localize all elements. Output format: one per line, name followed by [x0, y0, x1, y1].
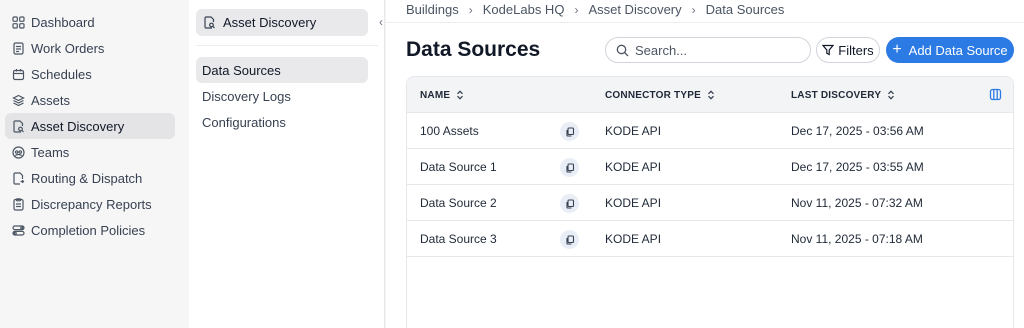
nav-item-teams[interactable]: Teams — [5, 139, 175, 165]
search-box[interactable] — [605, 37, 811, 63]
cell-last-discovery: Dec 17, 2025 - 03:56 AM — [791, 124, 924, 138]
breadcrumb-asset-discovery[interactable]: Asset Discovery — [588, 2, 681, 17]
chevron-right-icon: › — [574, 2, 579, 17]
nav-item-assets[interactable]: Assets — [5, 87, 175, 113]
column-label: NAME — [420, 89, 451, 101]
copy-icon — [565, 126, 575, 137]
nav-label: Asset Discovery — [31, 118, 125, 134]
route-icon — [11, 171, 25, 185]
calendar-icon — [11, 67, 25, 81]
subnav-item-configurations[interactable]: Configurations — [196, 109, 368, 135]
column-label: LAST DISCOVERY — [791, 89, 882, 101]
filters-label: Filters — [838, 42, 874, 58]
columns-toggle-button[interactable] — [989, 88, 1003, 102]
nav-item-work-orders[interactable]: Work Orders — [5, 35, 175, 61]
nav-label: Teams — [31, 144, 70, 160]
nav-item-routing-dispatch[interactable]: Routing & Dispatch — [5, 165, 175, 191]
report-icon — [11, 197, 25, 211]
panel-header[interactable]: Asset Discovery — [196, 9, 368, 36]
column-label: CONNECTOR TYPE — [605, 89, 701, 101]
cell-name: Data Source 3 — [420, 232, 497, 246]
nav-label: Dashboard — [31, 14, 95, 30]
subnav-item-discovery-logs[interactable]: Discovery Logs — [196, 83, 368, 109]
table-header: NAME CONNECTOR TYPE LAST DISCOVERY — [407, 77, 1013, 113]
nav-item-asset-discovery[interactable]: Asset Discovery — [5, 113, 175, 139]
sort-icon — [887, 90, 895, 100]
column-header-name[interactable]: NAME — [420, 77, 464, 113]
search-icon — [616, 44, 629, 57]
table-row[interactable]: 100 Assets KODE API Dec 17, 2025 - 03:56… — [407, 113, 1013, 149]
nav-label: Assets — [31, 92, 71, 108]
nav-item-completion-policies[interactable]: Completion Policies — [5, 217, 175, 243]
breadcrumb: Buildings › KodeLabs HQ › Asset Discover… — [406, 2, 784, 17]
divider — [196, 45, 378, 46]
main-sidebar: Dashboard Work Orders Schedules Assets A… — [0, 0, 189, 328]
table-row[interactable]: Data Source 1 KODE API Dec 17, 2025 - 03… — [407, 149, 1013, 185]
file-search-icon — [203, 15, 217, 30]
copy-icon — [565, 162, 575, 173]
copy-button[interactable] — [560, 194, 579, 213]
table-row[interactable]: Data Source 3 KODE API Nov 11, 2025 - 07… — [407, 221, 1013, 257]
nav-label: Schedules — [31, 66, 92, 82]
subnav-label: Configurations — [202, 114, 286, 130]
asset-discovery-panel: Asset Discovery ‹ Data Sources Discovery… — [189, 0, 385, 328]
column-header-connector-type[interactable]: CONNECTOR TYPE — [605, 77, 715, 113]
filters-button[interactable]: Filters — [816, 37, 880, 63]
search-input[interactable] — [635, 42, 795, 58]
clipboard-icon — [11, 41, 25, 55]
table-row[interactable]: Data Source 2 KODE API Nov 11, 2025 - 07… — [407, 185, 1013, 221]
cell-connector-type: KODE API — [605, 124, 662, 138]
cell-last-discovery: Nov 11, 2025 - 07:18 AM — [791, 232, 923, 246]
copy-icon — [565, 234, 575, 245]
page-title: Data Sources — [406, 38, 541, 61]
nav-item-schedules[interactable]: Schedules — [5, 61, 175, 87]
cell-connector-type: KODE API — [605, 232, 662, 246]
cell-name: Data Source 1 — [420, 160, 497, 174]
add-data-source-button[interactable]: + Add Data Source — [886, 37, 1014, 63]
data-sources-table: NAME CONNECTOR TYPE LAST DISCOVERY 100 A… — [406, 76, 1014, 328]
cell-connector-type: KODE API — [605, 196, 662, 210]
file-search-icon — [11, 119, 25, 133]
cell-last-discovery: Dec 17, 2025 - 03:55 AM — [791, 160, 924, 174]
cell-connector-type: KODE API — [605, 160, 662, 174]
chevron-right-icon: › — [468, 2, 473, 17]
cell-name: 100 Assets — [420, 124, 479, 138]
chevron-right-icon: › — [691, 2, 696, 17]
nav-item-dashboard[interactable]: Dashboard — [5, 9, 175, 35]
grid-icon — [11, 15, 25, 29]
nav-label: Work Orders — [31, 40, 105, 56]
column-header-last-discovery[interactable]: LAST DISCOVERY — [791, 77, 895, 113]
subnav-label: Data Sources — [202, 62, 281, 78]
subnav-item-data-sources[interactable]: Data Sources — [196, 57, 368, 83]
divider — [386, 22, 1024, 23]
chevron-left-icon: ‹ — [379, 15, 383, 29]
subnav-label: Discovery Logs — [202, 88, 291, 104]
filter-icon — [822, 44, 835, 56]
nav-label: Discrepancy Reports — [31, 196, 152, 212]
sort-icon — [456, 90, 464, 100]
copy-icon — [565, 198, 575, 209]
copy-button[interactable] — [560, 230, 579, 249]
main-content: Buildings › KodeLabs HQ › Asset Discover… — [386, 0, 1024, 328]
layers-icon — [11, 93, 25, 107]
nav-label: Completion Policies — [31, 222, 146, 238]
copy-button[interactable] — [560, 122, 579, 141]
plus-icon: + — [892, 41, 902, 58]
breadcrumb-kodelabs-hq[interactable]: KodeLabs HQ — [483, 2, 565, 17]
add-data-source-label: Add Data Source — [908, 42, 1008, 58]
copy-button[interactable] — [560, 158, 579, 177]
cell-last-discovery: Nov 11, 2025 - 07:32 AM — [791, 196, 923, 210]
team-icon — [11, 145, 25, 159]
nav-item-discrepancy-reports[interactable]: Discrepancy Reports — [5, 191, 175, 217]
columns-icon — [989, 88, 1002, 102]
panel-title: Asset Discovery — [223, 15, 317, 30]
breadcrumb-data-sources: Data Sources — [705, 2, 785, 17]
cell-name: Data Source 2 — [420, 196, 497, 210]
sort-icon — [707, 90, 715, 100]
breadcrumb-buildings[interactable]: Buildings — [406, 2, 459, 17]
toggles-icon — [11, 223, 25, 237]
nav-label: Routing & Dispatch — [31, 170, 143, 186]
